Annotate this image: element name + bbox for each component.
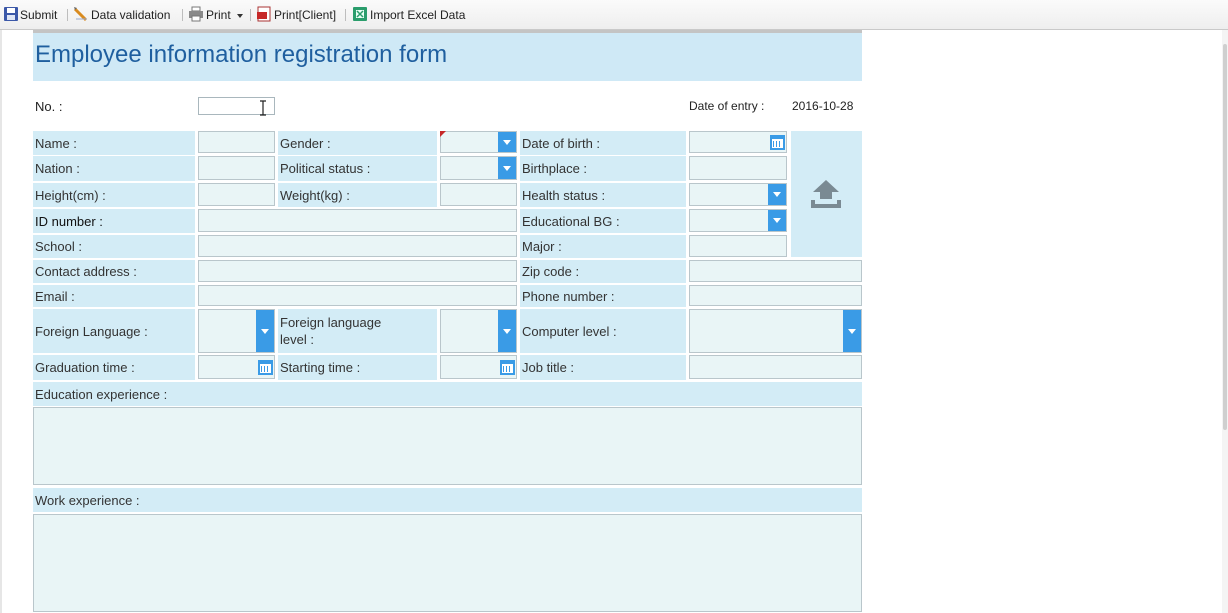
starting-time-label: Starting time :: [278, 355, 437, 380]
text-cursor-icon: [260, 100, 266, 116]
computer-level-select[interactable]: [689, 309, 862, 353]
toolbar-divider: [182, 9, 183, 21]
foreign-language-label: Foreign Language :: [33, 309, 195, 353]
height-input[interactable]: [198, 183, 275, 206]
pencil-icon: [73, 7, 88, 22]
chevron-down-icon[interactable]: [768, 184, 786, 205]
contact-address-input[interactable]: [198, 260, 517, 282]
chevron-down-icon[interactable]: [498, 132, 516, 152]
toolbar-divider: [250, 9, 251, 21]
date-of-entry-value: 2016-10-28: [792, 99, 854, 113]
page-border: [0, 30, 2, 613]
zip-code-label: Zip code :: [520, 260, 686, 283]
calendar-icon[interactable]: [770, 135, 785, 150]
school-label: School :: [33, 235, 195, 258]
political-status-label: Political status :: [278, 156, 437, 181]
birthplace-label: Birthplace :: [520, 156, 686, 181]
printer-icon: [189, 6, 203, 22]
zip-code-input[interactable]: [689, 260, 862, 282]
photo-upload-area[interactable]: [791, 131, 862, 257]
no-label: No. :: [35, 99, 63, 114]
date-of-entry-label: Date of entry :: [689, 99, 765, 113]
name-label: Name :: [33, 131, 195, 155]
form-title-bar: Employee information registration form: [33, 30, 862, 81]
chevron-down-icon[interactable]: [256, 310, 274, 352]
education-experience-label: Education experience :: [33, 382, 862, 406]
print-label: Print: [206, 8, 231, 22]
contact-address-label: Contact address :: [33, 260, 195, 283]
id-number-label: ID number :: [33, 209, 195, 233]
gender-select[interactable]: [440, 131, 517, 153]
chevron-down-icon[interactable]: [843, 310, 861, 352]
weight-label: Weight(kg) :: [278, 183, 437, 207]
nation-input[interactable]: [198, 156, 275, 180]
chevron-down-icon[interactable]: [498, 310, 516, 352]
health-status-label: Health status :: [520, 183, 686, 207]
dob-label: Date of birth :: [520, 131, 686, 155]
political-status-select[interactable]: [440, 156, 517, 180]
name-input[interactable]: [198, 131, 275, 153]
educational-bg-select[interactable]: [689, 209, 787, 232]
graduation-time-label: Graduation time :: [33, 355, 195, 380]
nation-label: Nation :: [33, 156, 195, 181]
major-label: Major :: [520, 235, 686, 258]
birthplace-input[interactable]: [689, 156, 787, 180]
weight-input[interactable]: [440, 183, 517, 206]
phone-number-label: Phone number :: [520, 285, 686, 307]
email-label: Email :: [33, 285, 195, 307]
excel-icon: [353, 7, 367, 21]
education-experience-textarea[interactable]: [33, 407, 862, 485]
health-status-select[interactable]: [689, 183, 787, 206]
gender-label: Gender :: [278, 131, 437, 155]
job-title-label: Job title :: [520, 355, 686, 380]
dob-input[interactable]: [689, 131, 787, 153]
scrollbar-thumb[interactable]: [1223, 44, 1227, 430]
pdf-icon: [257, 6, 271, 22]
work-experience-textarea[interactable]: [33, 514, 862, 612]
calendar-icon[interactable]: [258, 360, 273, 375]
foreign-language-select[interactable]: [198, 309, 275, 353]
upload-icon[interactable]: [810, 179, 842, 209]
data-validation-button[interactable]: Data validation: [91, 6, 170, 24]
educational-bg-label: Educational BG :: [520, 209, 686, 233]
graduation-time-input[interactable]: [198, 355, 275, 379]
school-input[interactable]: [198, 235, 517, 257]
phone-number-input[interactable]: [689, 285, 862, 306]
starting-time-input[interactable]: [440, 355, 517, 379]
calendar-icon[interactable]: [500, 360, 515, 375]
print-button[interactable]: Print: [206, 6, 244, 24]
import-excel-button[interactable]: Import Excel Data: [370, 6, 465, 24]
job-title-input[interactable]: [689, 355, 862, 379]
toolbar-divider: [345, 9, 346, 21]
work-experience-label: Work experience :: [33, 488, 862, 512]
chevron-down-icon: [237, 13, 244, 18]
foreign-language-level-select[interactable]: [440, 309, 517, 353]
print-client-button[interactable]: Print[Client]: [274, 6, 336, 24]
major-input[interactable]: [689, 235, 787, 257]
computer-level-label: Computer level :: [520, 309, 686, 353]
chevron-down-icon[interactable]: [768, 210, 786, 231]
toolbar: Submit Data validation Print Print[Clien…: [0, 0, 1228, 30]
id-number-input[interactable]: [198, 209, 517, 232]
form-title: Employee information registration form: [35, 41, 448, 68]
height-label: Height(cm) :: [33, 183, 195, 207]
toolbar-divider: [67, 9, 68, 21]
save-icon: [4, 7, 18, 21]
email-input[interactable]: [198, 285, 517, 306]
submit-button[interactable]: Submit: [20, 6, 57, 24]
foreign-language-level-label: Foreign language level :: [278, 309, 437, 353]
required-marker: [440, 131, 446, 137]
chevron-down-icon[interactable]: [498, 157, 516, 179]
